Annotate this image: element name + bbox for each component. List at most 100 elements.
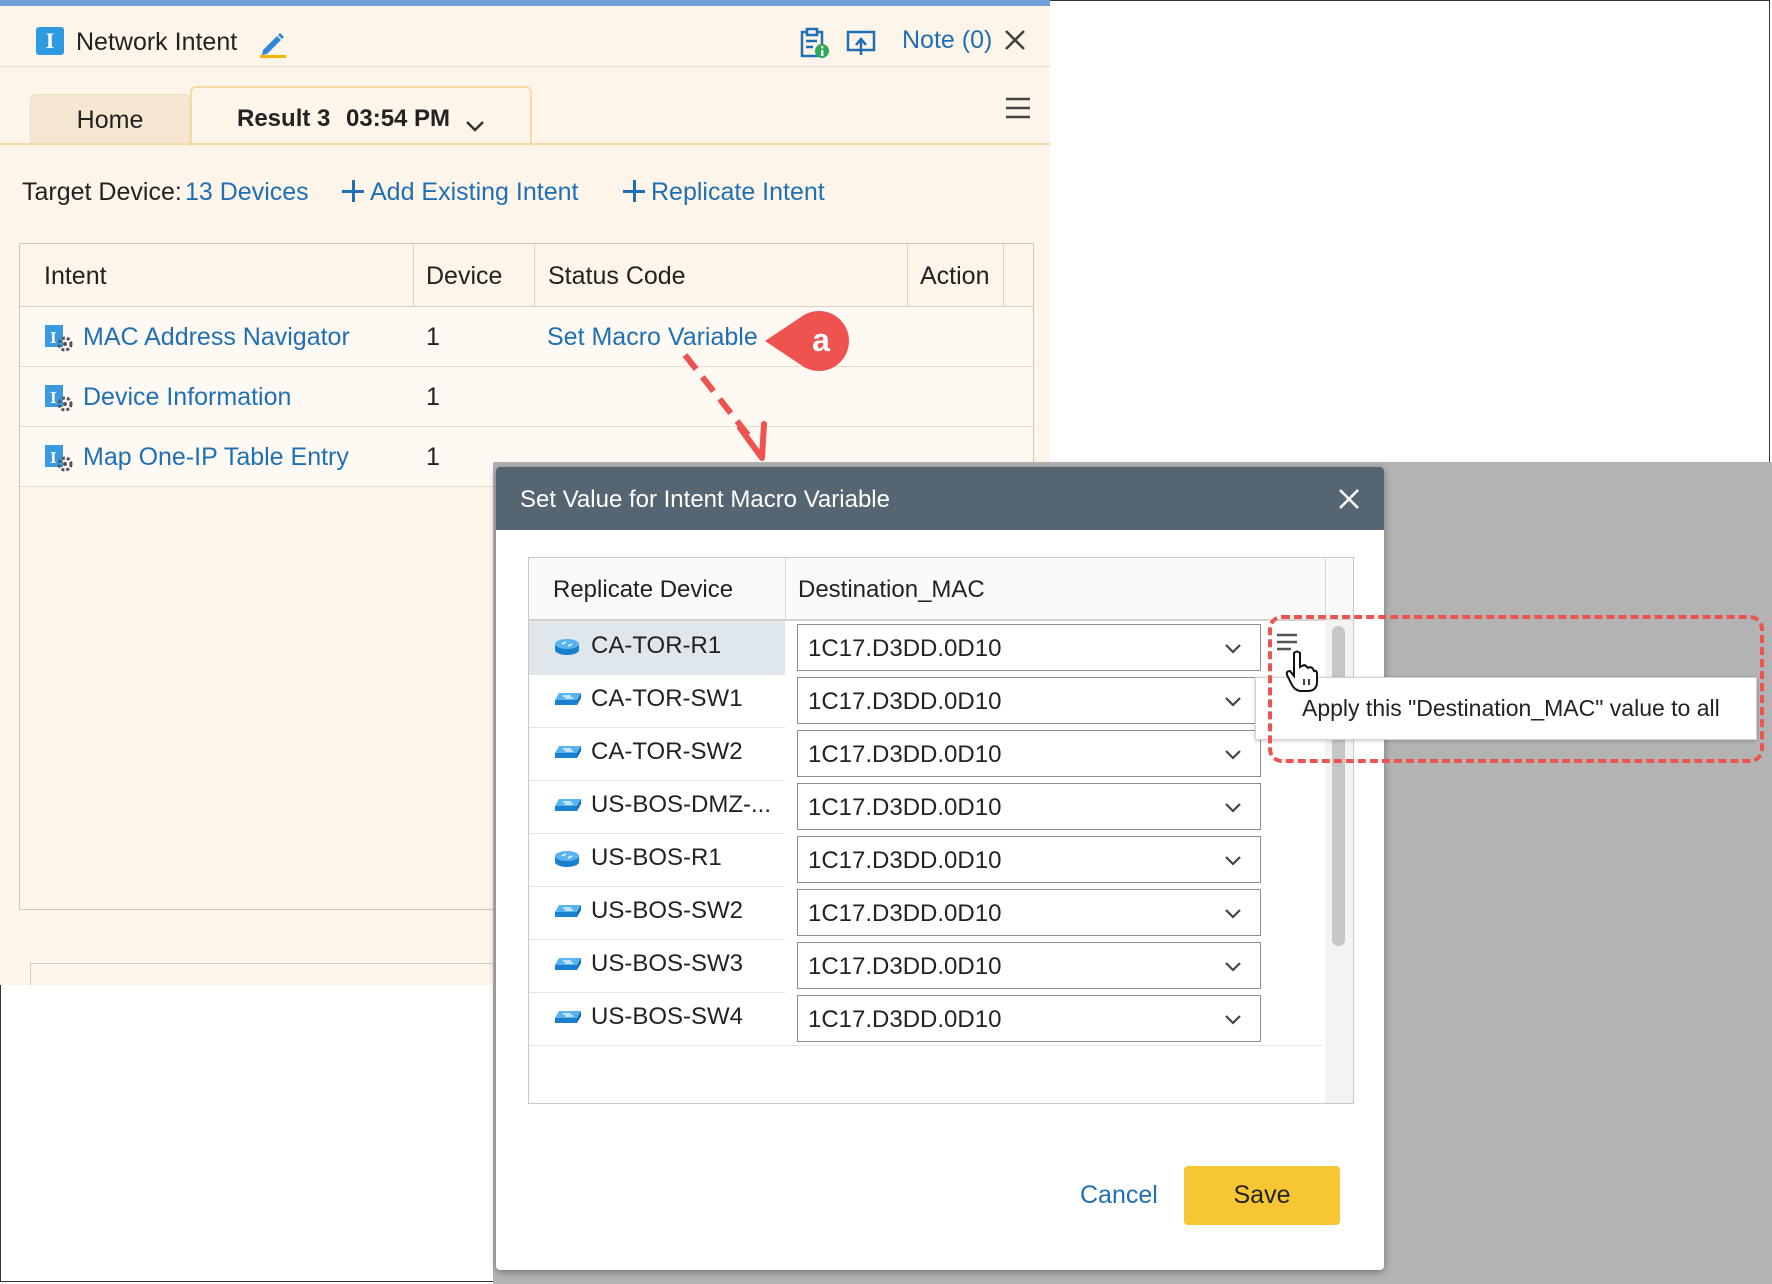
- macro-variable-grid: Replicate Device Destination_MAC CA-TOR-…: [528, 557, 1354, 1104]
- dialog-close-icon[interactable]: [1338, 488, 1360, 515]
- add-existing-intent-button[interactable]: Add Existing Intent: [342, 178, 578, 207]
- grid-row[interactable]: US-BOS-SW4 1C17.D3DD.0D10: [529, 992, 1323, 1046]
- grid-row[interactable]: US-BOS-SW2 1C17.D3DD.0D10: [529, 886, 1323, 940]
- column-header-replicate-device: Replicate Device: [553, 576, 734, 603]
- svg-text:I: I: [50, 328, 57, 347]
- callout-label: a: [812, 322, 830, 358]
- grid-row[interactable]: US-BOS-R1 1C17.D3DD.0D10: [529, 833, 1323, 887]
- save-button[interactable]: Save: [1184, 1166, 1340, 1225]
- column-header-destination-mac: Destination_MAC: [798, 576, 985, 603]
- svg-text:I: I: [50, 448, 57, 467]
- chevron-down-icon[interactable]: [1224, 642, 1242, 660]
- dialog-title: Set Value for Intent Macro Variable: [520, 486, 890, 513]
- destination-mac-select[interactable]: 1C17.D3DD.0D10: [797, 783, 1261, 830]
- intent-device-count: 1: [426, 323, 440, 351]
- replicate-device-name: US-BOS-SW3: [591, 950, 744, 977]
- destination-mac-select[interactable]: 1C17.D3DD.0D10: [797, 889, 1261, 936]
- router-icon: [553, 638, 581, 661]
- replicate-device-name: US-BOS-DMZ-...: [591, 791, 771, 818]
- router-icon: [553, 850, 581, 873]
- destination-mac-value: 1C17.D3DD.0D10: [808, 900, 1002, 927]
- destination-mac-select[interactable]: 1C17.D3DD.0D10: [797, 677, 1261, 724]
- destination-mac-select[interactable]: 1C17.D3DD.0D10: [797, 942, 1261, 989]
- intent-gear-icon: I: [44, 444, 74, 477]
- chevron-down-icon[interactable]: [1224, 854, 1242, 872]
- chevron-down-icon[interactable]: [1224, 1013, 1242, 1031]
- macro-variable-dialog: Set Value for Intent Macro Variable Repl…: [496, 467, 1384, 1270]
- destination-mac-select[interactable]: 1C17.D3DD.0D10: [797, 730, 1261, 777]
- replicate-intent-button[interactable]: Replicate Intent: [623, 178, 825, 207]
- target-device-count-link[interactable]: 13 Devices: [185, 178, 309, 207]
- column-divider: [413, 244, 414, 306]
- grid-row[interactable]: CA-TOR-SW2 1C17.D3DD.0D10: [529, 727, 1323, 781]
- edit-pencil-icon[interactable]: [258, 28, 288, 63]
- dashed-arrow: [682, 353, 767, 461]
- intent-name-link[interactable]: MAC Address Navigator: [83, 323, 350, 352]
- chevron-down-icon[interactable]: [1224, 748, 1242, 766]
- tab-result-time: 03:54 PM: [346, 105, 451, 132]
- tab-result-label: Result 3: [237, 105, 331, 132]
- intent-name-link[interactable]: Device Information: [83, 383, 291, 412]
- grid-row[interactable]: US-BOS-DMZ-... 1C17.D3DD.0D10: [529, 780, 1323, 834]
- grid-header: Replicate Device Destination_MAC: [529, 558, 1353, 621]
- destination-mac-value: 1C17.D3DD.0D10: [808, 953, 1002, 980]
- grid-row[interactable]: CA-TOR-SW1 1C17.D3DD.0D10: [529, 674, 1323, 728]
- highlight-box: [1268, 615, 1764, 763]
- intent-device-count: 1: [426, 443, 440, 471]
- switch-icon: [553, 903, 583, 924]
- intent-table-header: Intent Device Status Code Action: [20, 244, 1033, 308]
- replicate-device-name: US-BOS-R1: [591, 844, 722, 871]
- replicate-device-name: CA-TOR-SW2: [591, 738, 743, 765]
- intent-device-count: 1: [426, 383, 440, 411]
- tab-home[interactable]: Home: [30, 94, 190, 143]
- destination-mac-value: 1C17.D3DD.0D10: [808, 1006, 1002, 1033]
- destination-mac-select[interactable]: 1C17.D3DD.0D10: [797, 995, 1261, 1042]
- column-header-status-code: Status Code: [548, 262, 686, 290]
- close-icon[interactable]: [1004, 29, 1026, 56]
- note-link[interactable]: Note (0): [902, 26, 992, 55]
- grid-row[interactable]: US-BOS-SW3 1C17.D3DD.0D10: [529, 939, 1323, 993]
- switch-icon: [553, 797, 583, 818]
- menu-icon[interactable]: [1005, 97, 1031, 124]
- chevron-down-icon[interactable]: [1224, 695, 1242, 713]
- switch-icon: [553, 691, 583, 712]
- replicate-intent-label: Replicate Intent: [651, 178, 825, 206]
- switch-icon: [553, 1009, 583, 1030]
- intent-app-icon: I: [36, 27, 64, 55]
- column-divider: [1325, 558, 1326, 619]
- add-existing-intent-label: Add Existing Intent: [370, 178, 579, 206]
- table-row[interactable]: I Device Information 1: [20, 367, 1033, 427]
- export-screen-icon[interactable]: [845, 28, 877, 63]
- destination-mac-value: 1C17.D3DD.0D10: [808, 688, 1002, 715]
- clipboard-info-icon[interactable]: [797, 26, 831, 65]
- dialog-header: Set Value for Intent Macro Variable: [496, 467, 1384, 530]
- bottom-panel-stub: [30, 963, 502, 985]
- destination-mac-value: 1C17.D3DD.0D10: [808, 847, 1002, 874]
- replicate-device-name: CA-TOR-R1: [591, 632, 722, 659]
- chevron-down-icon[interactable]: [1224, 960, 1242, 978]
- intent-name-link[interactable]: Map One-IP Table Entry: [83, 443, 349, 472]
- switch-icon: [553, 956, 583, 977]
- column-divider: [785, 558, 786, 619]
- chevron-down-icon[interactable]: [1224, 801, 1242, 819]
- tab-result[interactable]: Result 3 03:54 PM: [190, 86, 532, 146]
- column-header-action: Action: [920, 262, 990, 290]
- tabs-divider: [0, 143, 1050, 145]
- plus-icon: [623, 180, 645, 202]
- destination-mac-select[interactable]: 1C17.D3DD.0D10: [797, 624, 1261, 671]
- chevron-down-icon[interactable]: [465, 112, 485, 140]
- replicate-device-name: US-BOS-SW4: [591, 1003, 744, 1030]
- chevron-down-icon[interactable]: [1224, 907, 1242, 925]
- grid-row[interactable]: CA-TOR-R1 1C17.D3DD.0D10: [529, 621, 1323, 675]
- destination-mac-select[interactable]: 1C17.D3DD.0D10: [797, 836, 1261, 883]
- column-divider: [1003, 244, 1004, 306]
- title-bar: I Network Intent Note (0): [0, 6, 1050, 67]
- destination-mac-value: 1C17.D3DD.0D10: [808, 635, 1002, 662]
- replicate-device-name: US-BOS-SW2: [591, 897, 744, 924]
- cancel-button[interactable]: Cancel: [1080, 1181, 1158, 1210]
- column-header-device: Device: [426, 262, 503, 290]
- window-title: Network Intent: [76, 28, 238, 56]
- intent-gear-icon: I: [44, 384, 74, 417]
- replicate-device-name: CA-TOR-SW1: [591, 685, 743, 712]
- table-row[interactable]: I MAC Address Navigator 1 Set Macro Vari…: [20, 307, 1033, 367]
